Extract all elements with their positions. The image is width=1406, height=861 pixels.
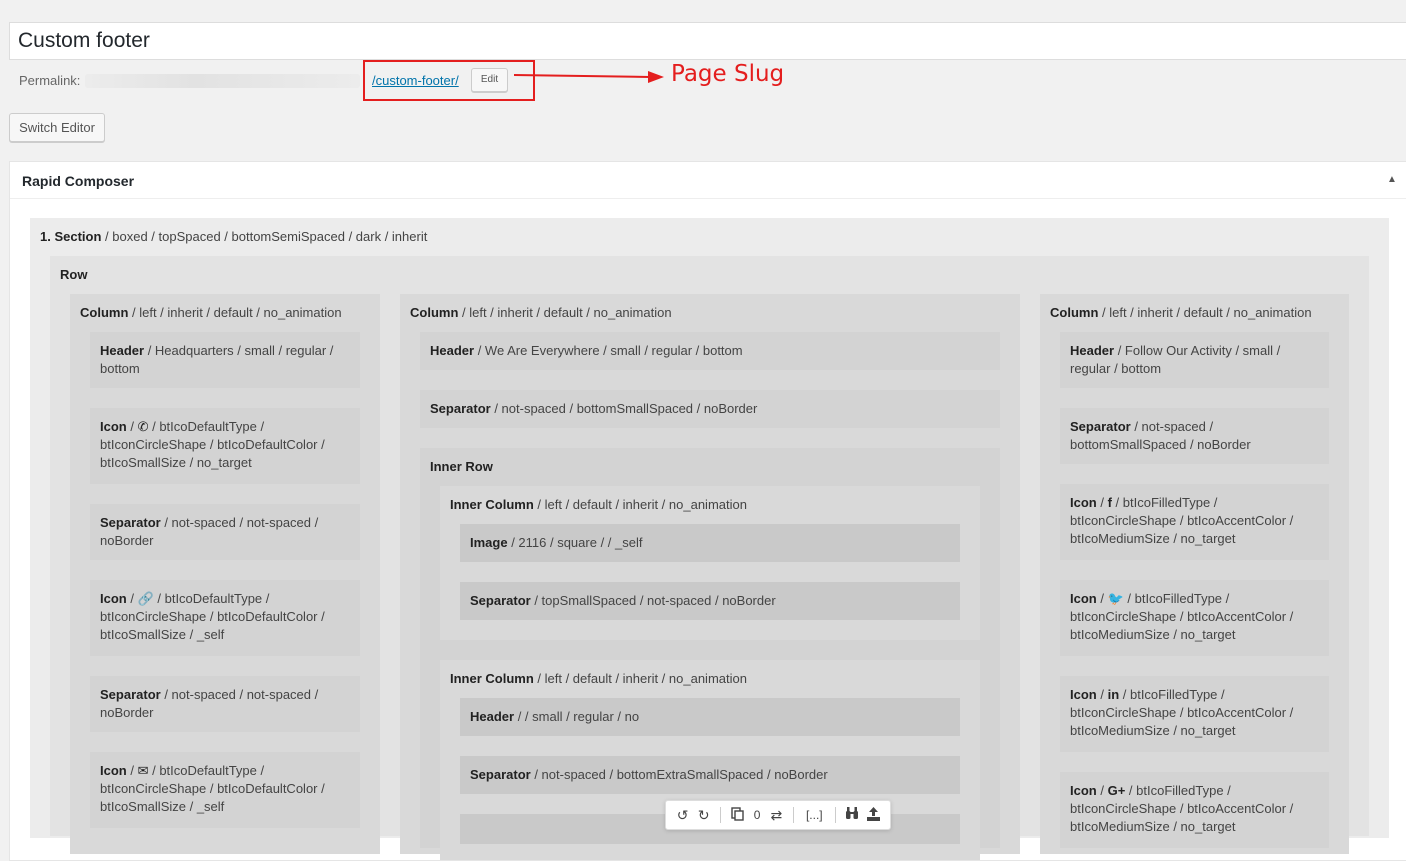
element-label: Separator / not-spaced / bottomExtraSmal… — [470, 766, 950, 784]
envelope-icon: ✉ — [137, 763, 149, 778]
element-label-attrs: / btIcoFilledType / btIconCircleShape / … — [1070, 495, 1294, 546]
element-label-attrs: / btIcoDefaultType / btIconCircleShape /… — [100, 763, 325, 814]
element-label: Icon / G+ / btIcoFilledType / btIconCirc… — [1070, 783, 1294, 834]
row-label-type: Row — [60, 267, 88, 282]
element-label-attrs: / btIcoDefaultType / btIconCircleShape /… — [100, 591, 325, 642]
element-label: Separator / not-spaced / not-spaced / no… — [100, 514, 350, 550]
switch-editor-button[interactable]: Switch Editor — [9, 113, 105, 142]
twitter-icon: 🐦 — [1107, 591, 1124, 606]
undo-icon[interactable]: ↺ — [672, 807, 693, 824]
element-label-type: Header — [1070, 343, 1115, 358]
element-label-attrs: / We Are Everywhere / small / regular / … — [474, 343, 743, 358]
google-plus-icon: G+ — [1107, 783, 1126, 798]
element-label: Header / Follow Our Activity / small / r… — [1070, 342, 1319, 378]
section-label-type: 1. Section — [40, 229, 102, 244]
section-label-attrs: / boxed / topSpaced / bottomSemiSpaced /… — [101, 229, 428, 244]
show-all-button[interactable]: [...] — [800, 808, 829, 822]
upload-icon[interactable] — [863, 806, 884, 824]
element-label-type: Header — [430, 343, 475, 358]
element-label-attrs: / btIcoFilledType / btIconCircleShape / … — [1070, 687, 1294, 738]
element-label-attrs: / / small / regular / no — [514, 709, 640, 724]
toolbar-divider — [834, 807, 836, 823]
element-label: Separator / not-spaced / bottomSmallSpac… — [1070, 418, 1319, 454]
clipboard-icon[interactable] — [727, 806, 748, 824]
element-label: Image / 2116 / square / / _self — [470, 534, 950, 552]
toolbar-divider — [792, 807, 794, 823]
column-label-attrs: / left / inherit / default / no_animatio… — [458, 305, 672, 320]
postbox-title: Rapid Composer — [10, 162, 1406, 199]
toolbar-divider — [720, 807, 722, 823]
element-label-type: Icon — [100, 591, 127, 606]
element-label: Icon / 🐦 / btIcoFilledType / btIconCircl… — [1070, 591, 1294, 642]
element-label-attrs: / btIcoFilledType / btIconCircleShape / … — [1070, 591, 1294, 642]
section-label: 1. Section / boxed / topSpaced / bottomS… — [40, 228, 640, 246]
element-label-attrs: / not-spaced / bottomSmallSpaced / noBor… — [490, 401, 758, 416]
element-label: Icon / in / btIcoFilledType / btIconCirc… — [1070, 687, 1294, 738]
element-label: Separator / not-spaced / not-spaced / no… — [100, 686, 350, 722]
blurred-base-url — [85, 74, 360, 88]
element-label-type: Icon — [1070, 591, 1097, 606]
column-label-type: Column — [1050, 305, 1099, 320]
element-label-type: Icon — [100, 763, 127, 778]
element-label-type: Separator — [470, 593, 531, 608]
element-label-type: Separator — [1070, 419, 1131, 434]
element-label-attrs: / not-spaced / bottomExtraSmallSpaced / … — [530, 767, 828, 782]
swap-icon[interactable]: ⇄ — [766, 807, 787, 824]
column-label-attrs: / left / inherit / default / no_animatio… — [1098, 305, 1312, 320]
column-label: Column / left / inherit / default / no_a… — [1050, 304, 1339, 322]
element-label-type: Icon — [100, 419, 127, 434]
clipboard-count: 0 — [753, 808, 761, 822]
post-title-input[interactable]: Custom footer — [9, 22, 1406, 60]
element-label-type: Separator — [100, 515, 161, 530]
element-label-type: Header — [100, 343, 145, 358]
inner-row-label: Inner Row — [430, 458, 730, 476]
element-label: Icon / f / btIcoFilledType / btIconCircl… — [1070, 495, 1294, 546]
element-label-attrs: / 2116 / square / / _self — [507, 535, 643, 550]
annotation-arrow-icon — [514, 71, 664, 83]
inner-column-label: Inner Column / left / default / inherit … — [450, 496, 950, 514]
row-label: Row — [60, 266, 260, 284]
column-label-type: Column — [80, 305, 129, 320]
annotation-highlight-box — [363, 60, 535, 101]
element-label-type: Icon — [1070, 687, 1097, 702]
element-label: Separator / not-spaced / bottomSmallSpac… — [430, 400, 990, 418]
element-label-type: Separator — [100, 687, 161, 702]
annotation-label: Page Slug — [671, 61, 785, 87]
element-label: Icon / 🔗 / btIcoDefaultType / btIconCirc… — [100, 591, 325, 642]
inner-column-label-type: Inner Column — [450, 497, 534, 512]
inner-row-label-type: Inner Row — [430, 459, 493, 474]
inner-column-label-attrs: / left / default / inherit / no_animatio… — [533, 671, 747, 686]
inner-column-label-attrs: / left / default / inherit / no_animatio… — [533, 497, 747, 512]
inner-column-label-type: Inner Column — [450, 671, 534, 686]
column-label-type: Column — [410, 305, 459, 320]
column-label: Column / left / inherit / default / no_a… — [410, 304, 1010, 322]
column-label-attrs: / left / inherit / default / no_animatio… — [128, 305, 342, 320]
element-label-type: Separator — [470, 767, 531, 782]
collapse-toggle-icon[interactable]: ▲ — [1387, 174, 1397, 185]
element-label-attrs: / btIcoFilledType / btIconCircleShape / … — [1070, 783, 1294, 834]
element-label-type: Icon — [1070, 783, 1097, 798]
element-label-attrs: / topSmallSpaced / not-spaced / noBorder — [530, 593, 776, 608]
permalink-label: Permalink: — [19, 73, 81, 88]
link-icon: 🔗 — [137, 591, 154, 606]
inner-column-label: Inner Column / left / default / inherit … — [450, 670, 950, 688]
element-label-type: Image — [470, 535, 508, 550]
element-label-type: Icon — [1070, 495, 1097, 510]
element-label-type: Separator — [430, 401, 491, 416]
binoculars-icon[interactable] — [842, 807, 863, 823]
phone-icon: ✆ — [137, 419, 149, 434]
element-label: Header / / small / regular / no — [470, 708, 950, 726]
element-label: Icon / ✆ / btIcoDefaultType / btIconCirc… — [100, 419, 325, 470]
linkedin-icon: in — [1107, 687, 1120, 702]
element-label: Icon / ✉ / btIcoDefaultType / btIconCirc… — [100, 763, 325, 814]
element-label: Header / We Are Everywhere / small / reg… — [430, 342, 990, 360]
element-label: Header / Headquarters / small / regular … — [100, 342, 350, 378]
element-label-type: Header — [470, 709, 515, 724]
redo-icon[interactable]: ↻ — [693, 807, 714, 824]
column-label: Column / left / inherit / default / no_a… — [80, 304, 370, 322]
element-label-attrs: / btIcoDefaultType / btIconCircleShape /… — [100, 419, 325, 470]
element-label: Separator / topSmallSpaced / not-spaced … — [470, 592, 950, 610]
